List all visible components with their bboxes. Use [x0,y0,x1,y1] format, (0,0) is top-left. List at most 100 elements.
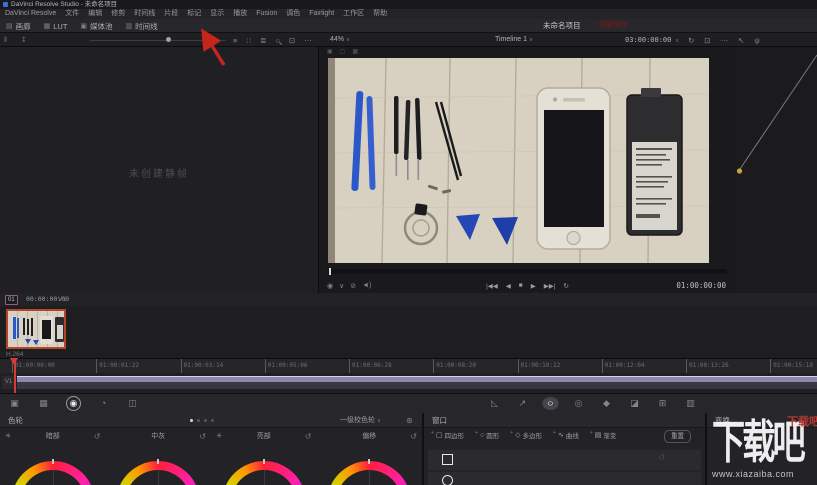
loop-button[interactable]: ↻ [563,282,568,290]
color-viewer-icon[interactable]: ◉ [327,282,333,290]
color-wheel-puck-area[interactable] [230,470,297,485]
window-panel: 窗口 + ▢ 四边形 + ○ 圆形 + ◇ 多边形 + ∿ 曲线 + ▤ 渐变 … [422,413,705,485]
davinci-resolve-window: DaVinci Resolve Studio - 未命名项目 DaVinci R… [0,0,817,485]
search-icon[interactable]: ○ [275,36,280,45]
color-match-icon[interactable]: ▦ [37,397,50,410]
chevron-down-icon[interactable]: ∨ [339,282,344,290]
wheel-reset-icon[interactable]: ↺ [300,432,312,441]
color-wheel-puck-area[interactable] [336,470,403,485]
master-level-icon[interactable]: ☀ [5,432,17,440]
palette-pagination-dots[interactable] [190,419,214,422]
viewer-mode-icon-3[interactable]: ▦ [352,48,358,55]
thumbnail-view-icon[interactable]: ∷ [246,36,251,45]
curve-window-tool[interactable]: + ∿ 曲线 [553,430,579,440]
color-wheel-ring[interactable] [10,461,95,485]
window-list-row[interactable] [428,472,701,485]
window-icon[interactable]: ○ [542,397,559,410]
color-wheels-icon[interactable]: ◉ [66,396,81,411]
row-reset-icon[interactable]: ↺ [658,453,665,462]
menu-item[interactable]: 时间线 [134,9,155,19]
window-list-row[interactable]: ↺ [428,450,701,470]
expand-icon[interactable]: ⊡ [289,36,295,45]
square-window-tool[interactable]: + ▢ 四边形 [431,430,464,440]
sort-icon[interactable]: ≡ [233,36,237,45]
timelines-button[interactable]: ▥ 时间线 [126,21,158,32]
timeline-clip-bar[interactable] [17,376,817,389]
media-pool-button[interactable]: ▣ 媒体池 [80,21,112,32]
timeline-ruler[interactable]: 01:00:00:00 01:00:01:22 01:00:03:14 01:00:0… [0,358,817,374]
still-albums-icon[interactable]: ‖ [4,37,7,44]
wheel-reset-icon[interactable]: ↺ [89,432,101,441]
cursor-icon[interactable]: ↖ [738,36,744,45]
viewer-zoom-select[interactable]: 44% ∨ [330,33,350,47]
color-wheel-ring[interactable] [116,461,201,485]
stereo-3d-icon[interactable]: ▥ [684,397,697,410]
menu-item[interactable]: Fusion [256,9,277,19]
menu-item[interactable]: 帮助 [373,9,387,19]
more-options-icon[interactable]: ⋯ [721,36,729,45]
bypass-grades-icon[interactable]: ⊘ [350,282,356,290]
motion-effects-icon[interactable]: ◫ [126,397,139,410]
gradient-window-tool[interactable]: + ▤ 渐变 [590,430,617,440]
color-wheel-ring[interactable] [221,461,306,485]
qualifier-icon[interactable]: ↗ [516,397,529,410]
wheel-reset-icon[interactable]: ↺ [194,432,206,441]
viewer-timecode[interactable]: 03:00:00:00 ∨ [625,33,679,48]
menu-item[interactable]: 显示 [210,9,224,19]
rgb-mixer-icon[interactable]: ◔ [97,397,110,410]
circle-window-tool[interactable]: + ○ 圆形 [475,430,499,440]
skip-end-button[interactable]: ▶▶| [544,282,556,290]
menu-item[interactable]: 修剪 [111,9,125,19]
viewer-mode-icon-1[interactable]: ▣ [327,48,333,55]
window-reset-button[interactable]: 重置 [664,430,691,443]
clip-thumbnail[interactable] [6,309,66,349]
sizing-icon[interactable]: ⊞ [656,397,669,410]
key-icon[interactable]: ◪ [628,397,641,410]
menu-item[interactable]: 编辑 [88,9,102,19]
gallery-button[interactable]: ▤ 画廊 [6,21,31,32]
loop-icon[interactable]: ↻ [688,36,694,45]
color-wheel-puck-area[interactable] [19,470,86,485]
blur-icon[interactable]: ◆ [600,397,613,410]
color-wheel-ring[interactable] [327,461,412,485]
more-options-icon[interactable]: ⋯ [304,36,312,45]
wheel-reset-icon[interactable]: ↺ [405,432,417,441]
viewer-playhead[interactable] [329,268,331,275]
expand-icon[interactable]: ⊡ [704,36,710,45]
step-back-button[interactable]: ◀ [506,282,511,290]
list-view-icon[interactable]: ≣ [260,36,266,45]
hand-icon[interactable]: ψ [754,36,759,45]
viewer-mode-icon-2[interactable]: ▢ [340,48,346,55]
button-icon: ▣ [80,23,88,30]
add-icon: + [475,430,478,436]
play-button[interactable]: ▶ [531,282,536,290]
timeline-select[interactable]: Timeline 1 ∨ [495,33,533,47]
skip-start-button[interactable]: |◀◀ [486,282,498,290]
stop-button[interactable]: ■ [519,282,523,289]
grab-still-icon[interactable]: ↧ [21,36,27,44]
master-level-icon[interactable]: ☀ [216,432,228,440]
viewer-video-frame [328,58,709,263]
lut-button[interactable]: ▦ LUT [44,22,68,31]
speaker-icon[interactable]: ◄) [362,282,371,289]
node-dot[interactable] [736,168,743,174]
wheels-mode-select[interactable]: 一级校色轮 ∨ [340,413,381,429]
menu-item[interactable]: 标记 [187,9,201,19]
menu-item[interactable]: 工作区 [343,9,364,19]
wheels-settings-icon[interactable]: ⊛ [406,413,413,428]
thumb-tool [13,317,16,339]
menu-item[interactable]: 片段 [164,9,178,19]
thumbnail-size-slider-knob[interactable] [166,37,171,42]
menu-item[interactable]: DaVinci Resolve [5,9,56,19]
tracker-icon[interactable]: ◎ [572,397,585,410]
menu-item[interactable]: 调色 [286,9,300,19]
camera-raw-icon[interactable]: ▣ [8,397,21,410]
timeline-playhead[interactable] [14,358,16,393]
menu-item[interactable]: 播放 [233,9,247,19]
color-wheel-puck-area[interactable] [125,470,192,485]
menu-item[interactable]: 文件 [65,9,79,19]
curves-icon[interactable]: ◺ [488,397,501,410]
viewer-scrub-bar[interactable] [327,268,727,275]
polygon-window-tool[interactable]: + ◇ 多边形 [510,430,542,440]
menu-item[interactable]: Fairlight [309,9,334,19]
